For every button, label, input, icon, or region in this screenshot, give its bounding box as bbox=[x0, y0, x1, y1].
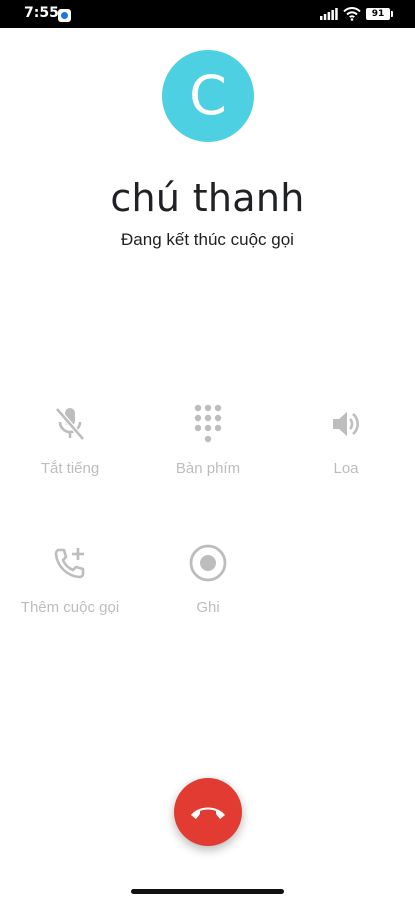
keypad-label: Bàn phím bbox=[175, 460, 241, 477]
add-call-label: Thêm cuộc gọi bbox=[20, 599, 120, 616]
record-button[interactable]: Ghi bbox=[138, 541, 278, 616]
end-call-icon bbox=[191, 807, 225, 819]
mute-label: Tắt tiếng bbox=[40, 460, 100, 477]
caller-name: chú thanh bbox=[110, 176, 305, 220]
end-call-button[interactable] bbox=[174, 778, 242, 846]
record-icon bbox=[189, 544, 227, 582]
gesture-nav-bar[interactable] bbox=[131, 889, 284, 894]
add-call-icon bbox=[54, 548, 85, 579]
status-time: 7:55 bbox=[24, 5, 59, 21]
speaker-label: Loa bbox=[333, 460, 359, 477]
wifi-icon bbox=[343, 7, 361, 21]
record-label: Ghi bbox=[196, 599, 220, 616]
mute-button[interactable]: Tắt tiếng bbox=[0, 402, 140, 477]
signal-icon bbox=[320, 8, 338, 20]
mic-off-icon bbox=[55, 407, 85, 441]
keypad-button[interactable]: Bàn phím bbox=[138, 402, 278, 477]
call-status: Đang kết thúc cuộc gọi bbox=[121, 230, 294, 249]
status-bar: 7:55 91 bbox=[0, 0, 415, 28]
speaker-button[interactable]: Loa bbox=[276, 402, 415, 477]
app-notification-icon bbox=[58, 9, 71, 22]
contact-avatar: C bbox=[162, 50, 254, 142]
dialpad-icon bbox=[194, 404, 222, 443]
volume-icon bbox=[333, 412, 359, 436]
add-call-button[interactable]: Thêm cuộc gọi bbox=[0, 541, 140, 616]
battery-indicator: 91 bbox=[366, 8, 393, 20]
